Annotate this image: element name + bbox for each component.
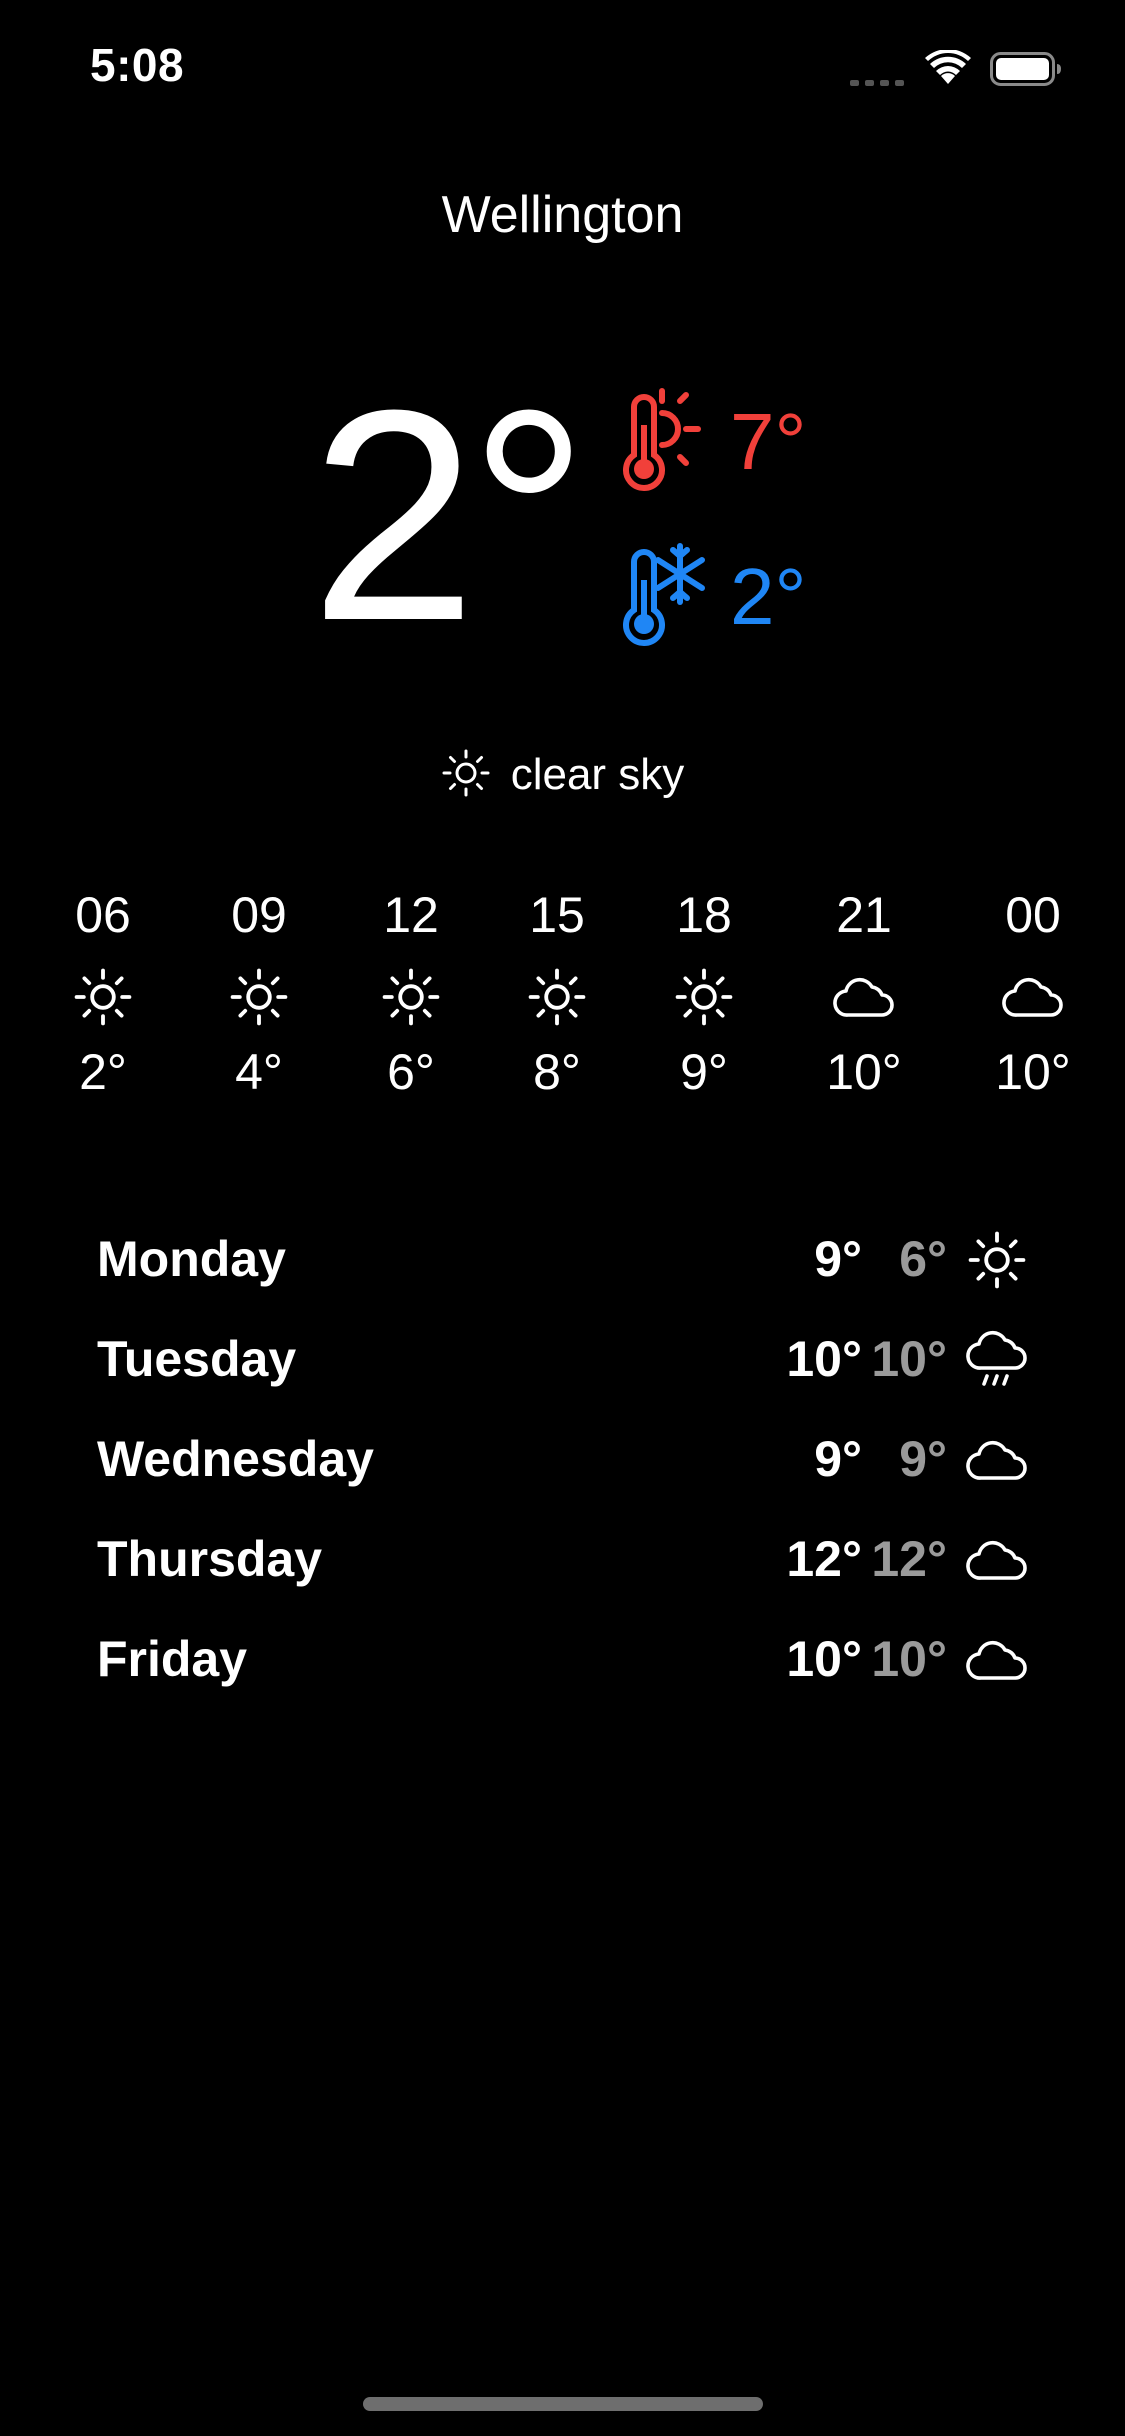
sun-icon bbox=[230, 968, 288, 1026]
condition-label: clear sky bbox=[510, 750, 685, 799]
day-low: 6° bbox=[899, 1231, 947, 1287]
day-low: 12° bbox=[871, 1531, 947, 1587]
day-high: 9° bbox=[814, 1431, 862, 1487]
day-low: 9° bbox=[899, 1431, 947, 1487]
sun-icon bbox=[442, 749, 490, 797]
daily-row: Tuesday 10° 10° bbox=[97, 1320, 1032, 1400]
sun-icon bbox=[382, 968, 440, 1026]
low-temperature: 2° bbox=[620, 540, 840, 660]
hour-time: 15 bbox=[529, 887, 585, 943]
day-high: 9° bbox=[814, 1231, 862, 1287]
day-low: 10° bbox=[871, 1331, 947, 1387]
hourly-item: 12 6° bbox=[326, 885, 496, 1102]
sun-icon bbox=[74, 968, 132, 1026]
status-time: 5:08 bbox=[90, 39, 185, 91]
day-name: Wednesday bbox=[97, 1431, 374, 1487]
hourly-item: 09 4° bbox=[174, 885, 344, 1102]
cloud-icon bbox=[833, 977, 894, 1017]
daily-row: Wednesday 9° 9° bbox=[97, 1420, 1032, 1500]
sun-icon bbox=[675, 968, 733, 1026]
low-temperature-value: 2° bbox=[730, 552, 807, 641]
day-name: Friday bbox=[97, 1631, 248, 1687]
hour-time: 12 bbox=[383, 887, 439, 943]
hour-temperature: 8° bbox=[533, 1044, 581, 1100]
hour-temperature: 2° bbox=[79, 1044, 127, 1100]
daily-row: Monday 9° 6° bbox=[97, 1220, 1032, 1300]
daily-row: Thursday 12° 12° bbox=[97, 1520, 1032, 1600]
day-name: Tuesday bbox=[97, 1331, 297, 1387]
thermometer-snowflake-icon bbox=[623, 543, 705, 646]
hour-temperature: 9° bbox=[680, 1044, 728, 1100]
hour-temperature: 6° bbox=[387, 1044, 435, 1100]
hourly-item: 15 8° bbox=[472, 885, 642, 1102]
thermometer-sun-icon bbox=[623, 388, 701, 491]
battery-icon bbox=[990, 52, 1061, 86]
day-name: Thursday bbox=[97, 1531, 323, 1587]
daily-row: Friday 10° 10° bbox=[97, 1620, 1032, 1700]
day-high: 12° bbox=[786, 1531, 862, 1587]
hour-time: 09 bbox=[231, 887, 287, 943]
high-temperature: 7° bbox=[620, 385, 840, 505]
hourly-item: 21 10° bbox=[779, 885, 949, 1102]
cloud-icon bbox=[1002, 977, 1063, 1017]
day-name: Monday bbox=[97, 1231, 286, 1287]
sun-icon bbox=[528, 968, 586, 1026]
hour-time: 00 bbox=[1005, 887, 1061, 943]
day-low: 10° bbox=[871, 1631, 947, 1687]
hourly-item: 18 9° bbox=[619, 885, 789, 1102]
day-high: 10° bbox=[786, 1331, 862, 1387]
city-name: Wellington bbox=[441, 186, 684, 244]
home-indicator[interactable] bbox=[363, 2397, 763, 2411]
cellular-signal-icon bbox=[850, 80, 904, 86]
cloud-icon bbox=[966, 1640, 1027, 1680]
hourly-item: 00 10° bbox=[948, 885, 1118, 1102]
current-temperature: 2° bbox=[310, 347, 589, 683]
current-condition: clear sky bbox=[0, 745, 1125, 805]
hourly-item: 06 2° bbox=[18, 885, 188, 1102]
cloud-icon bbox=[966, 1540, 1027, 1580]
hour-temperature: 4° bbox=[235, 1044, 283, 1100]
cloud-rain-icon bbox=[966, 1330, 1027, 1386]
hour-temperature: 10° bbox=[995, 1044, 1071, 1100]
hour-time: 21 bbox=[836, 887, 892, 943]
high-temperature-value: 7° bbox=[730, 397, 807, 486]
hour-time: 18 bbox=[676, 887, 732, 943]
cloud-icon bbox=[966, 1440, 1027, 1480]
hour-temperature: 10° bbox=[826, 1044, 902, 1100]
hour-time: 06 bbox=[75, 887, 131, 943]
day-high: 10° bbox=[786, 1631, 862, 1687]
sun-icon bbox=[968, 1231, 1026, 1289]
status-icons bbox=[850, 50, 1080, 90]
wifi-icon bbox=[925, 50, 971, 84]
